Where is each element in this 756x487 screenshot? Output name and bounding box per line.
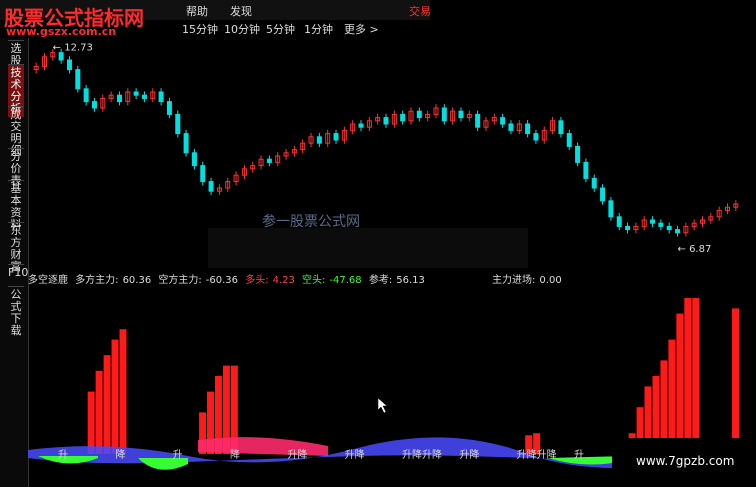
candle-body [600, 187, 606, 202]
bottom-watermark-url: www.7gpzb.com [636, 454, 735, 468]
candle-body [658, 222, 664, 227]
candle-body [91, 101, 97, 109]
main-entry-label: 主力进场: [492, 275, 536, 286]
main-entry-value: 0.00 [539, 275, 562, 286]
volume-bar [676, 313, 684, 454]
sidebar-tab-f10[interactable]: F10 [8, 264, 28, 281]
period-5min[interactable]: 5分钟 [266, 21, 295, 37]
long-main-label: 多方主力: [75, 275, 119, 286]
period-more[interactable]: 更多 > [344, 21, 379, 37]
candle-body [200, 165, 206, 183]
chart-area[interactable]: ← 12.73← 6.87升降升降升降升降升降升降升降升降升降升降升降 [28, 38, 756, 487]
short-main-value: -60.36 [205, 275, 239, 286]
signal-label: 降 [230, 448, 240, 461]
signal-label: 升降 [345, 448, 365, 461]
middle-watermark: 参一股票公式网 [262, 214, 360, 230]
candle-body [616, 216, 622, 227]
candle-body [66, 59, 72, 71]
stock-chart-window: 帮助 发现 交易 股票公式指标网 www.gszx.com.cn 15分钟 10… [0, 0, 756, 487]
signal-label: 升 [574, 449, 584, 461]
volume-bar [692, 298, 700, 454]
candle-body [133, 91, 139, 96]
mouse-cursor-icon [377, 397, 388, 414]
period-bar: 15分钟 10分钟 5分钟 1分钟 更多 > [28, 20, 428, 37]
volume-bar [111, 339, 119, 454]
candle-body [608, 200, 614, 218]
candle-body [591, 177, 597, 189]
candle-body [175, 113, 181, 135]
candle-body [141, 94, 147, 99]
volume-bar [119, 329, 127, 454]
candle-body [508, 123, 514, 131]
candle-body [158, 91, 164, 103]
period-10min[interactable]: 10分钟 [224, 21, 260, 37]
candle-body [666, 225, 672, 231]
sidebar: 选股 技术分析 成交明细 分价表 基本资料 东方财富 F10 公式下载 [0, 38, 29, 487]
candle-body [191, 152, 197, 167]
bottom-watermark: www.7gpzb.com [612, 438, 756, 487]
price-low-label: ← 6.87 [678, 244, 712, 255]
candle-body [358, 123, 364, 128]
candle-body [75, 69, 81, 90]
candle-body [625, 225, 631, 231]
candle-body [400, 113, 406, 122]
indicator-name: 多空逐鹿 [28, 275, 68, 286]
volume-bar [684, 298, 692, 454]
signal-label: 升 [173, 449, 183, 461]
volume-bar [668, 339, 676, 454]
candle-body [675, 229, 681, 234]
sidebar-tab-formula-download[interactable]: 公式下载 [8, 286, 24, 339]
volume-bar [87, 391, 95, 454]
chart-canvas[interactable]: ← 12.73← 6.87升降升降升降升降升降升降升降升降升降升降升降 [28, 38, 756, 487]
volume-bar [103, 355, 111, 454]
signal-label: 升降 [287, 448, 307, 461]
signal-label: 升降 [459, 448, 479, 461]
signal-label: 升降升降 [402, 448, 442, 461]
candle-body [316, 136, 322, 144]
trade-button[interactable]: 交易 [409, 3, 431, 19]
candle-body [383, 117, 389, 125]
candle-body [558, 120, 564, 135]
ref-value: 56.13 [396, 275, 425, 286]
long-main-value: 60.36 [122, 275, 152, 286]
menu-discover[interactable]: 发现 [230, 3, 252, 19]
candle-body [83, 88, 89, 103]
candle-body [475, 113, 481, 128]
bull-label: 多头: [245, 275, 269, 286]
bull-value: 4.23 [272, 275, 295, 286]
candle-body [525, 123, 531, 135]
period-1min[interactable]: 1分钟 [304, 21, 333, 37]
indicator-values: 多空逐鹿 多方主力: 60.36 空方主力: -60.36 多头: 4.23 空头: -… [28, 271, 756, 286]
bear-value: -47.68 [329, 275, 362, 286]
period-15min[interactable]: 15分钟 [182, 21, 218, 37]
signal-label: 降 [115, 448, 125, 461]
menu-help[interactable]: 帮助 [186, 3, 208, 19]
signal-label: 升降升降 [517, 448, 557, 461]
candle-body [441, 107, 447, 122]
candle-body [266, 158, 272, 163]
candle-body [650, 219, 656, 224]
candle-body [333, 133, 339, 141]
candle-body [416, 110, 422, 119]
candle-body [566, 133, 572, 147]
candle-body [58, 52, 64, 61]
bear-label: 空头: [302, 275, 326, 286]
short-main-label: 空方主力: [158, 275, 202, 286]
candle-body [166, 101, 172, 115]
candle-body [458, 110, 464, 119]
price-high-label: ← 12.73 [53, 43, 93, 54]
volume-bar [95, 370, 103, 454]
candle-body [533, 133, 539, 141]
candle-body [583, 161, 589, 179]
candle-body [183, 133, 189, 154]
candle-body [116, 94, 122, 103]
candle-body [575, 145, 581, 163]
volume-bar [732, 308, 739, 454]
signal-label: 升 [58, 449, 68, 461]
candle-body [500, 117, 506, 125]
ref-label: 参考: [368, 275, 393, 286]
watermark-box [208, 228, 528, 268]
candle-body [208, 181, 214, 192]
